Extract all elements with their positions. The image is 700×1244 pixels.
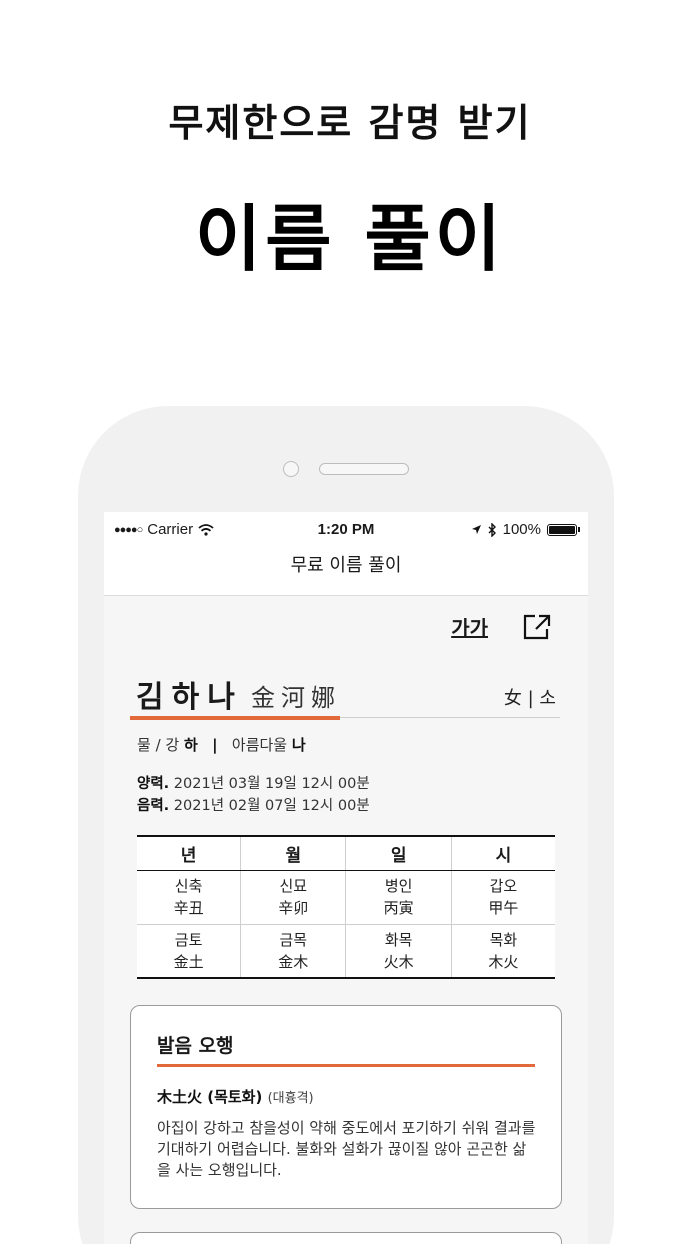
battery-icon xyxy=(547,523,577,536)
battery-percent: 100% xyxy=(502,521,541,538)
name-meaning: 물 / 강 하 | 아름다울 나 xyxy=(137,736,306,754)
solar-date: 양력. 2021년 03월 19일 12시 00분 xyxy=(137,776,370,792)
next-card xyxy=(130,1232,562,1244)
card-accent-line xyxy=(157,1064,535,1067)
name-korean: 김하나 xyxy=(136,680,243,715)
nav-title: 무료 이름 풀이 xyxy=(290,555,402,576)
card-title: 발음 오행 xyxy=(157,1035,234,1057)
table-header-row: 년 월 일 시 xyxy=(137,836,555,871)
camera-icon xyxy=(283,461,299,477)
card-description: 아집이 강하고 참을성이 약해 중도에서 포기하기 쉬워 결과를 기대하기 어렵… xyxy=(157,1119,536,1179)
toolbar: 가가 xyxy=(451,612,552,641)
name-hanja: 金河娜 xyxy=(251,684,341,712)
lunar-date: 음력. 2021년 02월 07일 12시 00분 xyxy=(137,798,370,814)
status-bar: ●●●●○ Carrier 1:20 PM 100% xyxy=(104,512,588,548)
speaker-icon xyxy=(319,463,409,475)
share-icon[interactable] xyxy=(522,613,552,641)
font-size-button[interactable]: 가가 xyxy=(451,612,488,641)
name-accent-underline xyxy=(130,716,340,720)
col-month: 월 xyxy=(240,836,346,871)
app-screen: ●●●●○ Carrier 1:20 PM 100% 무료 이름 풀이 가가 김… xyxy=(104,512,588,1244)
name-header: 김하나 金河娜 女 | 소 xyxy=(130,672,560,720)
birth-dates: 양력. 2021년 03월 19일 12시 00분 음력. 2021년 02월 … xyxy=(137,773,370,817)
bluetooth-icon xyxy=(488,522,496,537)
col-day: 일 xyxy=(345,836,452,871)
saju-table: 년 월 일 시 신축 辛丑 신묘 辛卯 병인 丙寅 갑오 甲午 금토 金土 금목 金木 화목… xyxy=(137,835,555,979)
location-icon xyxy=(471,525,481,534)
promo-subtitle: 무제한으로 감명 받기 xyxy=(168,101,532,145)
col-hour: 시 xyxy=(450,836,555,871)
card-subtitle: 木土火 (목토화) (대흉격) xyxy=(157,1088,314,1106)
promo-title: 이름 풀이 xyxy=(194,197,506,281)
col-year: 년 xyxy=(137,836,241,871)
table-row: 신축 辛丑 신묘 辛卯 병인 丙寅 갑오 甲午 xyxy=(137,869,555,924)
pronunciation-elements-card: 발음 오행 木土火 (목토화) (대흉격) 아집이 강하고 참을성이 약해 중도… xyxy=(130,1005,562,1209)
gender-label: 女 | 소 xyxy=(503,688,556,709)
nav-bar: 무료 이름 풀이 xyxy=(104,548,588,596)
table-row: 금토 金土 금목 金木 화목 火木 목화 木火 xyxy=(137,923,555,978)
